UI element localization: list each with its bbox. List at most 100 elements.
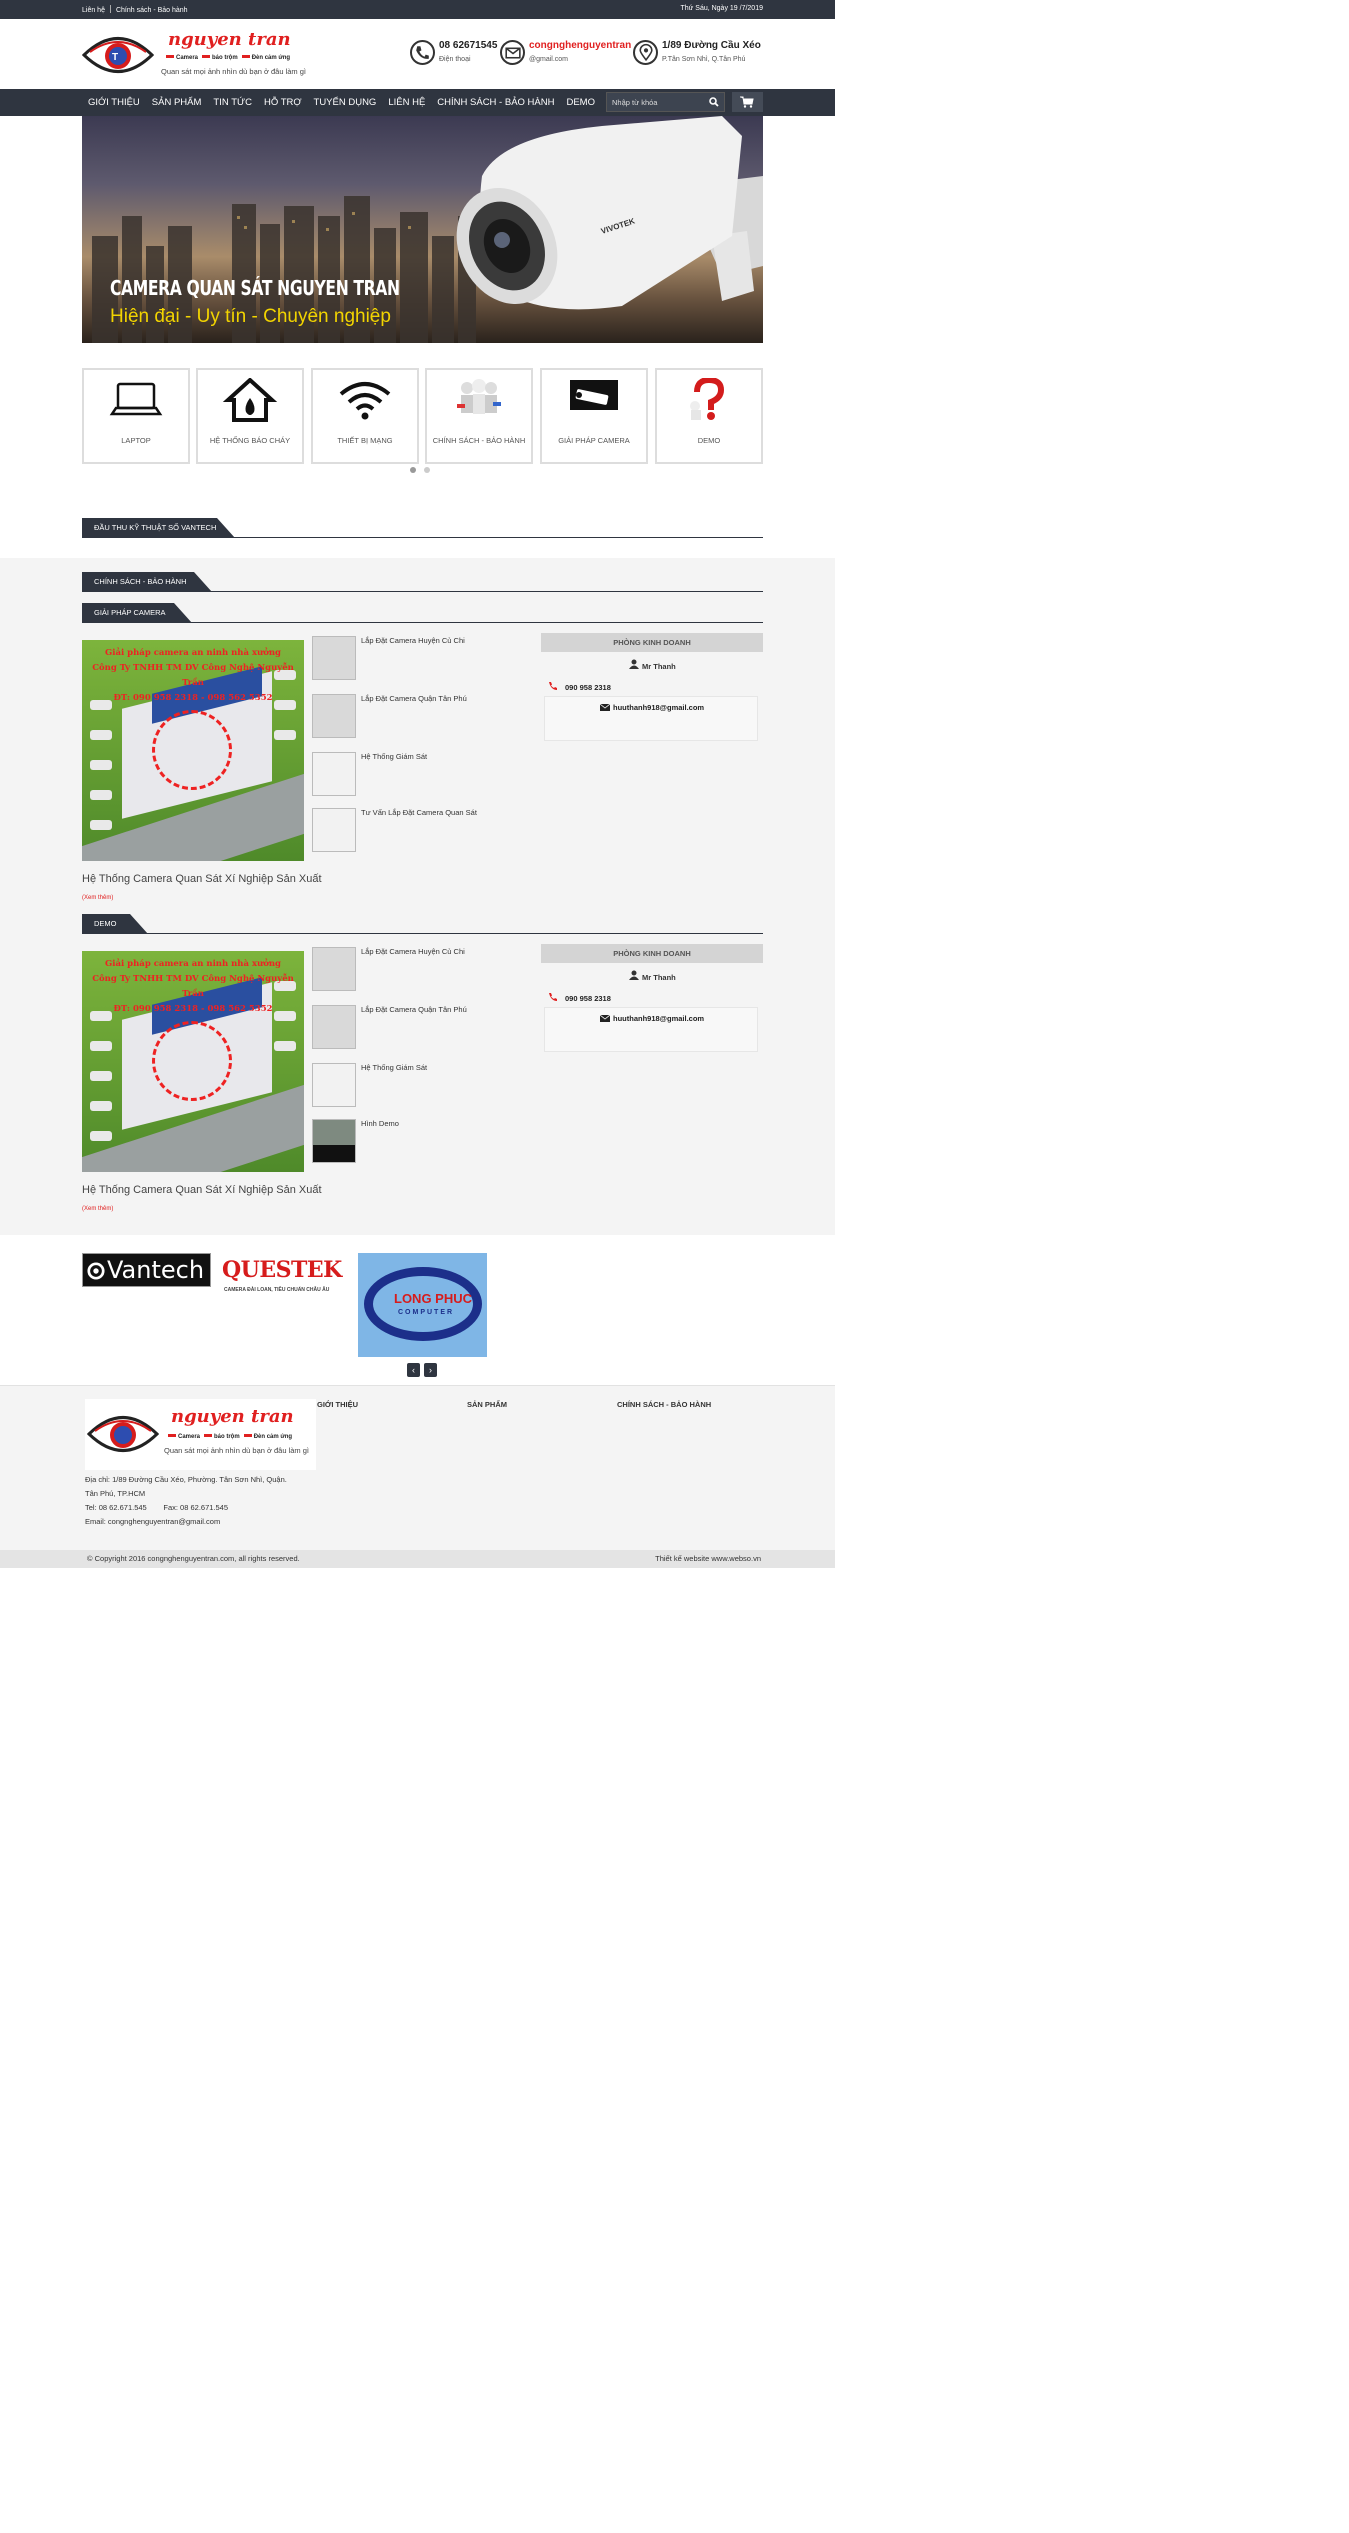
search-input[interactable]	[607, 93, 705, 111]
nav-item-policy[interactable]: CHÍNH SÁCH - BẢO HÀNH	[431, 89, 560, 116]
sales-contact-card: PHÒNG KINH DOANH Mr Thanh 090 958 2318 h…	[541, 633, 763, 741]
section-title[interactable]: CHÍNH SÁCH - BẢO HÀNH	[82, 572, 212, 592]
longphuc-wordmark: LONG PHUC	[394, 1291, 472, 1306]
section-demo-header: DEMO	[82, 914, 763, 934]
category-network[interactable]: THIẾT BỊ MẠNG	[311, 368, 419, 464]
image-caption-line: Giải pháp camera an ninh nhà xưởng	[105, 648, 281, 658]
related-title[interactable]: Hình Demo	[361, 1119, 399, 1128]
related-thumbnail[interactable]	[312, 752, 356, 796]
partner-questek-logo[interactable]: QUESTEK CAMERA ĐÀI LOAN, TIÊU CHUẨN CHÂU…	[222, 1257, 346, 1297]
related-thumbnail[interactable]	[312, 1063, 356, 1107]
nav-item-products[interactable]: SẢN PHẨM	[146, 89, 208, 116]
designer-credit[interactable]: Thiết kế website www.webso.vn	[655, 1554, 761, 1563]
image-caption-line: Công Ty TNHH TM DV Công Nghệ Nguyễn Trần	[92, 663, 294, 688]
contact-phone[interactable]: 090 958 2318	[565, 994, 611, 1003]
hero-banner[interactable]: VIVOTEK CAMERA QUAN SÁT NGUYEN TRAN Hiện…	[82, 116, 763, 343]
footer-link-policy[interactable]: CHÍNH SÁCH - BẢO HÀNH	[617, 1400, 711, 1409]
category-fire-alarm[interactable]: HỆ THỐNG BÁO CHÁY	[196, 368, 304, 464]
category-warranty[interactable]: CHÍNH SÁCH - BẢO HÀNH	[425, 368, 533, 464]
category-laptop[interactable]: LAPTOP	[82, 368, 190, 464]
nav-item-contact[interactable]: LIÊN HỆ	[382, 89, 431, 116]
top-link-contact[interactable]: Liên hệ	[82, 7, 105, 14]
related-thumbnail[interactable]	[312, 636, 356, 680]
partner-vantech-logo[interactable]: Vantech	[82, 1253, 211, 1287]
related-title[interactable]: Tư Vấn Lắp Đặt Camera Quan Sát	[361, 808, 477, 817]
featured-article-image[interactable]: Giải pháp camera an ninh nhà xưởng Công …	[82, 640, 304, 861]
related-thumbnail[interactable]	[312, 694, 356, 738]
prev-arrow-icon[interactable]: ‹	[407, 1363, 420, 1377]
map-pin-icon	[633, 40, 658, 65]
contact-email[interactable]: huuthanh918@gmail.com	[613, 703, 704, 712]
featured-article-image[interactable]: Giải pháp camera an ninh nhà xưởng Công …	[82, 951, 304, 1172]
carousel-pagination	[410, 466, 438, 475]
section-title[interactable]: ĐẦU THU KỸ THUẬT SỐ VANTECH	[82, 518, 235, 538]
copyright-bar: © Copyright 2016 congnghenguyentran.com,…	[0, 1550, 835, 1568]
separator	[109, 5, 111, 13]
camera-icon	[570, 380, 618, 410]
current-date: Thứ Sáu, Ngày 19 /7/2019	[680, 5, 763, 12]
category-label: LAPTOP	[121, 436, 151, 445]
category-label: HỆ THỐNG BÁO CHÁY	[209, 436, 291, 445]
section-title[interactable]: GIẢI PHÁP CAMERA	[82, 603, 192, 623]
footer-logo[interactable]: nguyen tran Camera báo trộm Đèn cảm ứng Qu…	[85, 1399, 316, 1470]
questek-wordmark: QUESTEK	[222, 1257, 342, 1283]
section-title[interactable]: DEMO	[82, 914, 148, 934]
footer-link-products[interactable]: SẢN PHẨM	[467, 1400, 507, 1409]
contact-phone[interactable]: 090 958 2318	[565, 683, 611, 692]
footer-address-line: Địa chỉ: 1/89 Đường Cầu Xéo, Phường. Tân…	[85, 1475, 287, 1484]
envelope-icon	[500, 40, 525, 65]
related-title[interactable]: Lắp Đặt Camera Quận Tân Phú	[361, 694, 467, 703]
nav-item-news[interactable]: TIN TỨC	[207, 89, 258, 116]
top-link-policy[interactable]: Chính sách - Bảo hành	[116, 7, 188, 14]
camera-graphic	[90, 1101, 112, 1111]
related-title[interactable]: Lắp Đặt Camera Quận Tân Phú	[361, 1005, 467, 1014]
category-demo[interactable]: DEMO	[655, 368, 763, 464]
nav-item-demo[interactable]: DEMO	[560, 89, 601, 116]
footer-email[interactable]: Email: congnghenguyentran@gmail.com	[85, 1515, 287, 1529]
search-icon[interactable]	[709, 97, 719, 107]
address-district: P.Tân Sơn Nhì, Q.Tân Phú	[662, 56, 746, 63]
site-logo[interactable]: T nguyen tran Camera báo trộm Đèn cảm ứng …	[82, 26, 312, 84]
read-more-link[interactable]: (Xem thêm)	[82, 895, 113, 901]
vantech-mark-icon	[87, 1262, 105, 1280]
contact-email[interactable]: huuthanh918@gmail.com	[613, 1014, 704, 1023]
email-value: congnghenguyentran	[529, 40, 632, 51]
related-title[interactable]: Lắp Đặt Camera Huyện Củ Chi	[361, 636, 465, 645]
next-arrow-icon[interactable]: ›	[424, 1363, 437, 1377]
nav-items: GIỚI THIỆU SẢN PHẨM TIN TỨC HỖ TRỢ TUYỂN…	[82, 89, 601, 116]
category-camera-solution[interactable]: GIẢI PHÁP CAMERA	[540, 368, 648, 464]
top-bar: Liên hệ Chính sách - Bảo hành Thứ Sáu, Ng…	[0, 0, 835, 19]
footer-link-about[interactable]: GIỚI THIỆU	[317, 1400, 358, 1409]
related-title[interactable]: Hệ Thống Giám Sát	[361, 1063, 427, 1072]
copyright-text: © Copyright 2016 congnghenguyentran.com,…	[87, 1554, 300, 1563]
category-carousel: LAPTOP HỆ THỐNG BÁO CHÁY THIẾT BỊ MẠNG C…	[82, 368, 763, 464]
related-thumbnail[interactable]	[312, 1119, 356, 1163]
related-thumbnail[interactable]	[312, 808, 356, 852]
related-title[interactable]: Lắp Đặt Camera Huyện Củ Chi	[361, 947, 465, 956]
related-thumbnail[interactable]	[312, 1005, 356, 1049]
contact-heading: PHÒNG KINH DOANH	[541, 944, 763, 963]
phone-icon	[410, 40, 435, 65]
article-title[interactable]: Hệ Thống Camera Quan Sát Xí Nghiệp Sản X…	[82, 873, 322, 885]
footer-address-line: Tân Phú, TP.HCM	[85, 1489, 146, 1498]
carousel-dot-active[interactable]	[410, 467, 416, 473]
brand-tags: Camera báo trộm Đèn cảm ứng	[164, 1434, 292, 1440]
cart-button[interactable]	[732, 92, 763, 112]
partner-longphuc-logo[interactable]: LONG PHUC COMPUTER	[358, 1253, 487, 1357]
camera-graphic	[274, 730, 296, 740]
camera-graphic	[274, 1041, 296, 1051]
eye-logo-icon: T	[82, 37, 154, 73]
related-title[interactable]: Hệ Thống Giám Sát	[361, 752, 427, 761]
nav-item-jobs[interactable]: TUYỂN DỤNG	[308, 89, 383, 116]
carousel-dot[interactable]	[424, 467, 430, 473]
related-thumbnail[interactable]	[312, 947, 356, 991]
article-title[interactable]: Hệ Thống Camera Quan Sát Xí Nghiệp Sản X…	[82, 1184, 322, 1196]
image-caption-line: Giải pháp camera an ninh nhà xưởng	[105, 959, 281, 969]
contact-body: Mr Thanh 090 958 2318 huuthanh918@gmail.…	[541, 652, 763, 741]
longphuc-subtitle: COMPUTER	[398, 1309, 455, 1316]
read-more-link[interactable]: (Xem thêm)	[82, 1206, 113, 1212]
nav-item-support[interactable]: HỖ TRỢ	[258, 89, 308, 116]
nav-item-about[interactable]: GIỚI THIỆU	[82, 89, 146, 116]
image-caption-line: ĐT: 090 958 2318 - 098 562 5352	[113, 1004, 273, 1014]
phone-icon	[549, 682, 557, 690]
